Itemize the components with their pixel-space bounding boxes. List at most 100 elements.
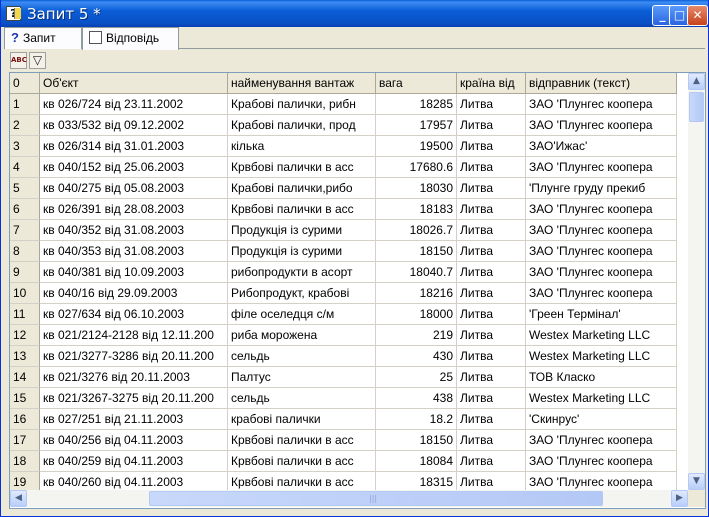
sender-cell[interactable]: ЗАО 'Плунгес коопера <box>526 241 677 262</box>
sender-cell[interactable]: 'Плунге груду прекиб <box>526 178 677 199</box>
weight-cell[interactable]: 18150 <box>376 430 457 451</box>
row-index[interactable]: 12 <box>10 325 40 346</box>
country-cell[interactable]: Литва <box>457 388 526 409</box>
table-row[interactable]: 18 кв 040/259 від 04.11.2003 Крвбові палич… <box>10 451 688 472</box>
weight-cell[interactable]: 25 <box>376 367 457 388</box>
object-cell[interactable]: кв 040/381 від 10.09.2003 <box>40 262 228 283</box>
object-cell[interactable]: кв 040/353 від 31.08.2003 <box>40 241 228 262</box>
table-row[interactable]: 14 кв 021/3276 від 20.11.2003 Палтус 25 Литв… <box>10 367 688 388</box>
cargo-name-cell[interactable]: Продукція із сурими <box>228 220 376 241</box>
weight-cell[interactable]: 430 <box>376 346 457 367</box>
object-cell[interactable]: кв 040/352 від 31.08.2003 <box>40 220 228 241</box>
object-cell[interactable]: кв 021/3277-3286 від 20.11.200 <box>40 346 228 367</box>
object-cell[interactable]: кв 040/16 від 29.09.2003 <box>40 283 228 304</box>
table-row[interactable]: 4 кв 040/152 від 25.06.2003 Крвбові паличк… <box>10 157 688 178</box>
weight-cell[interactable]: 17680.6 <box>376 157 457 178</box>
row-index[interactable]: 16 <box>10 409 40 430</box>
weight-cell[interactable]: 219 <box>376 325 457 346</box>
row-index[interactable]: 17 <box>10 430 40 451</box>
cargo-name-cell[interactable]: філе оселедця с/м <box>228 304 376 325</box>
cargo-name-cell[interactable]: кілька <box>228 136 376 157</box>
object-cell[interactable]: кв 033/532 від 09.12.2002 <box>40 115 228 136</box>
weight-cell[interactable]: 18030 <box>376 178 457 199</box>
table-row[interactable]: 10 кв 040/16 від 29.09.2003 Рибопродукт, к… <box>10 283 688 304</box>
country-cell[interactable]: Литва <box>457 325 526 346</box>
header-cargo-name[interactable]: найменування вантаж <box>228 73 376 94</box>
table-row[interactable]: 7 кв 040/352 від 31.08.2003 Продукція із с… <box>10 220 688 241</box>
weight-cell[interactable]: 18150 <box>376 241 457 262</box>
sender-cell[interactable]: ЗАО 'Плунгес коопера <box>526 262 677 283</box>
cargo-name-cell[interactable]: Палтус <box>228 367 376 388</box>
table-row[interactable]: 17 кв 040/256 від 04.11.2003 Крвбові палич… <box>10 430 688 451</box>
cargo-name-cell[interactable]: Крвбові палички в асс <box>228 157 376 178</box>
object-cell[interactable]: кв 021/3276 від 20.11.2003 <box>40 367 228 388</box>
cargo-name-cell[interactable]: Крабові палички, рибн <box>228 94 376 115</box>
object-cell[interactable]: кв 021/2124-2128 від 12.11.200 <box>40 325 228 346</box>
country-cell[interactable]: Литва <box>457 136 526 157</box>
header-country[interactable]: країна від <box>457 73 526 94</box>
horizontal-scrollbar[interactable]: ◀ ||| ▶ <box>10 490 688 507</box>
country-cell[interactable]: Литва <box>457 451 526 472</box>
cargo-name-cell[interactable]: сельдь <box>228 346 376 367</box>
cargo-name-cell[interactable]: Крвбові палички в асс <box>228 199 376 220</box>
sender-cell[interactable]: ЗАО 'Плунгес коопера <box>526 451 677 472</box>
cargo-name-cell[interactable]: Крабові палички, прод <box>228 115 376 136</box>
row-index[interactable]: 6 <box>10 199 40 220</box>
row-index[interactable]: 3 <box>10 136 40 157</box>
sender-cell[interactable]: ЗАО 'Плунгес коопера <box>526 115 677 136</box>
table-row[interactable]: 8 кв 040/353 від 31.08.2003 Продукція із с… <box>10 241 688 262</box>
object-cell[interactable]: кв 026/391 від 28.08.2003 <box>40 199 228 220</box>
sender-cell[interactable]: 'Скинрус' <box>526 409 677 430</box>
sender-cell[interactable]: ЗАО'Ижас' <box>526 136 677 157</box>
country-cell[interactable]: Литва <box>457 241 526 262</box>
cargo-name-cell[interactable]: Крабові палички,рибо <box>228 178 376 199</box>
cargo-name-cell[interactable]: крабові палички <box>228 409 376 430</box>
scroll-left-button[interactable]: ◀ <box>10 490 27 507</box>
sender-cell[interactable]: ЗАО 'Плунгес коопера <box>526 157 677 178</box>
row-index[interactable]: 13 <box>10 346 40 367</box>
weight-cell[interactable]: 19500 <box>376 136 457 157</box>
country-cell[interactable]: Литва <box>457 409 526 430</box>
object-cell[interactable]: кв 040/259 від 04.11.2003 <box>40 451 228 472</box>
table-row[interactable]: 5 кв 040/275 від 05.08.2003 Крабові палич… <box>10 178 688 199</box>
table-row[interactable]: 13 кв 021/3277-3286 від 20.11.200 сельдь 43… <box>10 346 688 367</box>
scroll-right-button[interactable]: ▶ <box>671 490 688 507</box>
vertical-scrollbar[interactable]: ▲ ▼ <box>688 73 705 490</box>
object-cell[interactable]: кв 026/724 від 23.11.2002 <box>40 94 228 115</box>
sender-cell[interactable]: Westex Marketing LLC <box>526 388 677 409</box>
table-row[interactable]: 15 кв 021/3267-3275 від 20.11.200 сельдь 43… <box>10 388 688 409</box>
country-cell[interactable]: Литва <box>457 283 526 304</box>
title-bar[interactable]: ? Запит 5 * _ □ ✕ <box>1 0 708 27</box>
spellcheck-button[interactable]: ABC <box>10 52 27 69</box>
country-cell[interactable]: Литва <box>457 157 526 178</box>
sender-cell[interactable]: 'Греен Термінал' <box>526 304 677 325</box>
object-cell[interactable]: кв 026/314 від 31.01.2003 <box>40 136 228 157</box>
country-cell[interactable]: Литва <box>457 115 526 136</box>
sender-cell[interactable]: Westex Marketing LLC <box>526 346 677 367</box>
country-cell[interactable]: Литва <box>457 430 526 451</box>
tab-query[interactable]: ? Запит <box>4 27 82 49</box>
row-index[interactable]: 7 <box>10 220 40 241</box>
object-cell[interactable]: кв 027/634 від 06.10.2003 <box>40 304 228 325</box>
table-row[interactable]: 16 кв 027/251 від 21.11.2003 крабові палич… <box>10 409 688 430</box>
sender-cell[interactable]: Westex Marketing LLC <box>526 325 677 346</box>
object-cell[interactable]: кв 040/256 від 04.11.2003 <box>40 430 228 451</box>
header-object[interactable]: Об'єкт <box>40 73 228 94</box>
table-row[interactable]: 1 кв 026/724 від 23.11.2002 Крабові паличк… <box>10 94 688 115</box>
scroll-up-button[interactable]: ▲ <box>688 73 705 90</box>
sender-cell[interactable]: ЗАО 'Плунгес коопера <box>526 430 677 451</box>
table-row[interactable]: 6 кв 026/391 від 28.08.2003 Крвбові паличк… <box>10 199 688 220</box>
weight-cell[interactable]: 18000 <box>376 304 457 325</box>
country-cell[interactable]: Литва <box>457 94 526 115</box>
sender-cell[interactable]: ЗАО 'Плунгес коопера <box>526 220 677 241</box>
row-index[interactable]: 18 <box>10 451 40 472</box>
header-index[interactable]: 0 <box>10 73 40 94</box>
row-index[interactable]: 11 <box>10 304 40 325</box>
row-index[interactable]: 1 <box>10 94 40 115</box>
cargo-name-cell[interactable]: риба морожена <box>228 325 376 346</box>
cargo-name-cell[interactable]: Крвбові палички в асс <box>228 430 376 451</box>
object-cell[interactable]: кв 040/275 від 05.08.2003 <box>40 178 228 199</box>
sender-cell[interactable]: ЗАО 'Плунгес коопера <box>526 94 677 115</box>
cargo-name-cell[interactable]: Крвбові палички в асс <box>228 451 376 472</box>
weight-cell[interactable]: 18216 <box>376 283 457 304</box>
